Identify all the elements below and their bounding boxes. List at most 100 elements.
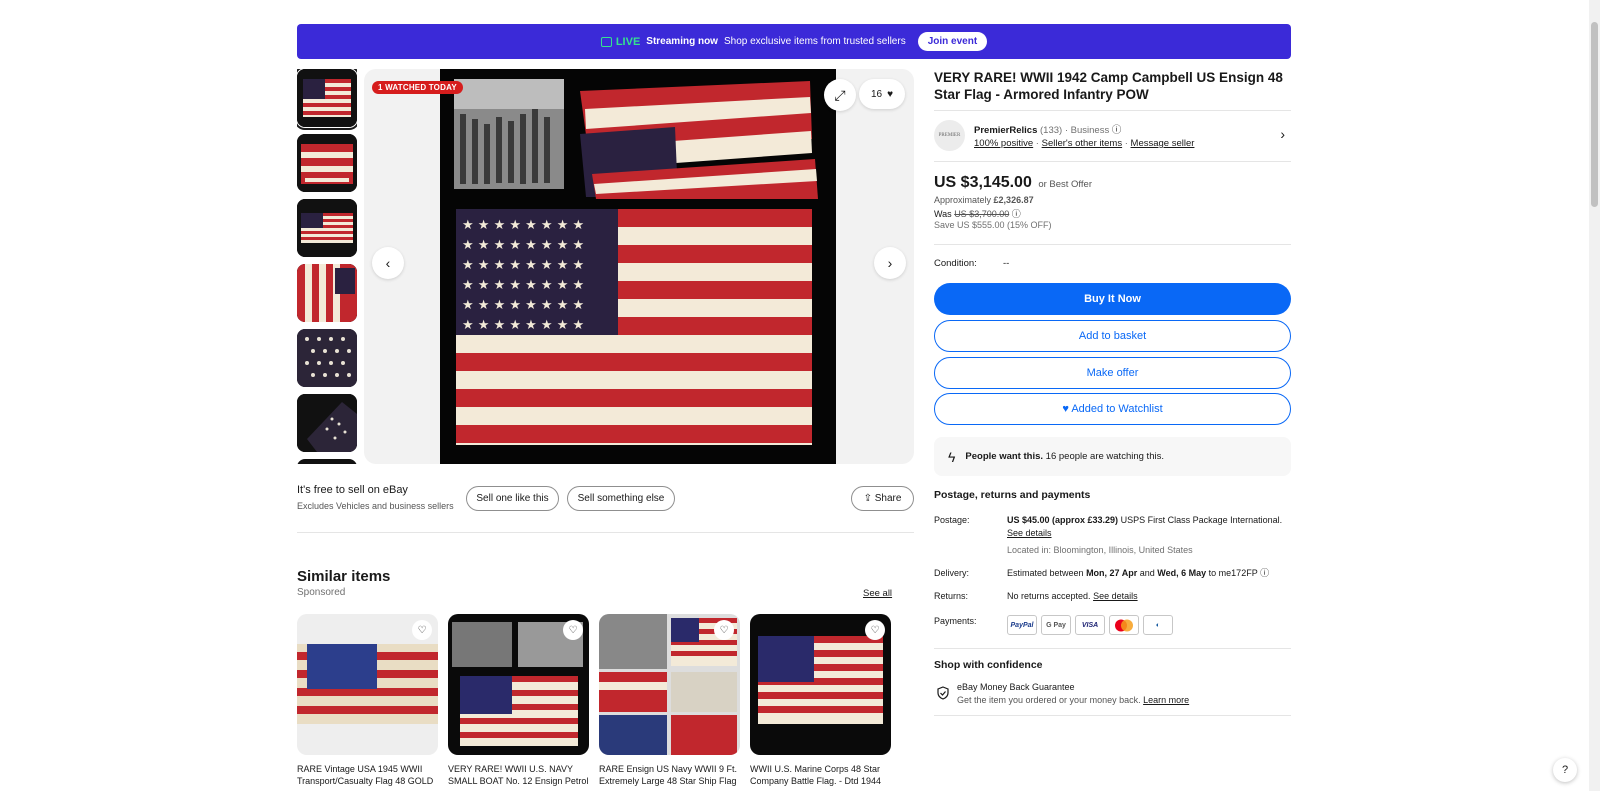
delivery-date-1: Mon, 27 Apr (1086, 568, 1138, 578)
delivery-value: Estimated between Mon, 27 Apr and Wed, 6… (1007, 567, 1287, 580)
item-title: VERY RARE! WWII 1942 Camp Campbell US En… (934, 70, 1283, 102)
buy-it-now-button[interactable]: Buy It Now (934, 283, 1291, 315)
postage-value: US $45.00 (approx £33.29) USPS First Cla… (1007, 514, 1287, 540)
help-button[interactable]: ? (1553, 758, 1577, 782)
similar-item-image: ♡ (750, 614, 891, 755)
similar-item-card[interactable]: ♡ VERY RARE! WWII U.S. NAVY SMALL BOAT N… (448, 614, 589, 787)
flag-thumbnail-image (297, 264, 357, 322)
watch-heart-icon[interactable]: ♡ (865, 620, 885, 640)
mastercard-icon (1109, 615, 1139, 635)
expand-button[interactable]: ⤢ (824, 79, 856, 111)
money-back-title: eBay Money Back Guarantee (957, 682, 1075, 692)
svg-text:★ ★ ★ ★ ★ ★ ★ ★: ★ ★ ★ ★ ★ ★ ★ ★ (462, 238, 584, 253)
was-price: Was US $3,700.00 ⓘ (934, 207, 1021, 220)
add-to-basket-button[interactable]: Add to basket (934, 320, 1291, 352)
people-want-bold: People want this. (965, 451, 1044, 462)
similar-item-card[interactable]: ♡ RARE Ensign US Navy WWII 9 Ft. Extreme… (599, 614, 740, 787)
expand-icon: ⤢ (834, 86, 846, 103)
returns-text: No returns accepted. (1007, 591, 1091, 601)
seller-type: · Business (1064, 125, 1110, 136)
similar-item-title[interactable]: RARE Ensign US Navy WWII 9 Ft. Extremely… (599, 763, 740, 787)
scrollbar-thumb[interactable] (1591, 22, 1598, 207)
seller-feedback-count: (133) (1040, 125, 1063, 136)
flag-thumbnail-image (297, 394, 357, 452)
divider (934, 161, 1291, 162)
chevron-right-icon[interactable]: › (1280, 126, 1285, 142)
prev-image-button[interactable]: ‹ (372, 247, 404, 279)
thumbnail-2[interactable] (297, 134, 357, 192)
info-icon[interactable]: ⓘ (1012, 209, 1021, 219)
svg-text:★ ★ ★ ★ ★ ★ ★ ★: ★ ★ ★ ★ ★ ★ ★ ★ (462, 258, 584, 273)
watch-count-button[interactable]: 16 ♥ (859, 79, 905, 109)
postage-cost: US $45.00 (approx £33.29) (1007, 515, 1119, 525)
live-event-banner[interactable]: LIVE Streaming now Shop exclusive items … (297, 24, 1291, 59)
approx-price: Approximately £2,326.87 (934, 195, 1034, 205)
seller-avatar[interactable]: PREMIER (934, 120, 965, 151)
approx-value: £2,326.87 (993, 195, 1034, 205)
divider (934, 715, 1291, 716)
thumbnail-6[interactable] (297, 394, 357, 452)
similar-item-card[interactable]: ♡ RARE Vintage USA 1945 WWII Transport/C… (297, 614, 438, 787)
info-icon[interactable]: ⓘ (1112, 125, 1122, 136)
similar-item-title[interactable]: WWII U.S. Marine Corps 48 Star Company B… (750, 763, 891, 787)
thumbnail-7[interactable] (297, 459, 357, 464)
divider (934, 244, 1291, 245)
paypal-icon: PayPal (1007, 615, 1037, 635)
thumbnail-4[interactable] (297, 264, 357, 322)
seller-name[interactable]: PremierRelics (974, 125, 1037, 136)
sell-something-else-button[interactable]: Sell something else (567, 486, 675, 511)
similar-item-title[interactable]: VERY RARE! WWII U.S. NAVY SMALL BOAT No.… (448, 763, 589, 787)
people-want-this-box: ϟ People want this. 16 people are watchi… (934, 437, 1291, 476)
diners-club-icon: ◐ (1143, 615, 1173, 635)
next-image-button[interactable]: › (874, 247, 906, 279)
seller-card[interactable]: PREMIER PremierRelics (133) · Business ⓘ… (934, 118, 1291, 154)
watch-heart-icon[interactable]: ♡ (563, 620, 583, 640)
was-label: Was (934, 209, 952, 219)
see-all-link[interactable]: See all (863, 588, 892, 599)
best-offer-label: or Best Offer (1038, 179, 1092, 190)
info-icon[interactable]: ⓘ (1260, 568, 1269, 578)
similar-item-title[interactable]: RARE Vintage USA 1945 WWII Transport/Cas… (297, 763, 438, 787)
positive-feedback-link[interactable]: 100% positive (974, 138, 1033, 149)
scrollbar[interactable] (1589, 0, 1600, 791)
similar-items-list: ♡ RARE Vintage USA 1945 WWII Transport/C… (297, 614, 897, 791)
thumbnail-1[interactable] (297, 69, 357, 130)
located-in: Located in: Bloomington, Illinois, Unite… (1007, 545, 1193, 555)
price: US $3,145.00 or Best Offer (934, 174, 1092, 192)
live-tag: LIVE (600, 36, 640, 48)
heart-icon: ♥ (887, 88, 894, 100)
page: LIVE Streaming now Shop exclusive items … (0, 0, 1600, 791)
watch-heart-icon[interactable]: ♡ (412, 620, 432, 640)
join-event-button[interactable]: Join event (917, 32, 988, 51)
excludes-text: Excludes Vehicles and business sellers (297, 501, 454, 511)
main-image-viewer[interactable]: ★ ★ ★ ★ ★ ★ ★ ★ ★ ★ ★ ★ ★ ★ ★ ★ ★ ★ ★ ★ … (364, 69, 914, 464)
watch-heart-icon[interactable]: ♡ (714, 620, 734, 640)
make-offer-button[interactable]: Make offer (934, 357, 1291, 389)
flag-thumbnail-image (297, 199, 357, 257)
thumbnail-5[interactable] (297, 329, 357, 387)
money-back-text: Get the item you ordered or your money b… (957, 695, 1189, 705)
tv-icon (600, 36, 612, 47)
sell-one-like-this-button[interactable]: Sell one like this (466, 486, 559, 511)
similar-item-card[interactable]: ♡ WWII U.S. Marine Corps 48 Star Company… (750, 614, 891, 787)
added-to-watchlist-button[interactable]: ♥ Added to Watchlist (934, 393, 1291, 425)
share-button[interactable]: ⇪ Share (851, 486, 914, 511)
sponsored-label: Sponsored (297, 587, 346, 598)
sellers-other-items-link[interactable]: Seller's other items (1042, 138, 1122, 149)
similar-item-image: ♡ (448, 614, 589, 755)
message-seller-link[interactable]: Message seller (1131, 138, 1195, 149)
postage-see-details-link[interactable]: See details (1007, 528, 1052, 538)
condition-value: -- (1003, 258, 1010, 269)
price-value: US $3,145.00 (934, 174, 1032, 191)
free-to-sell-text: It's free to sell on eBay (297, 484, 408, 496)
condition-label: Condition: (934, 258, 977, 269)
sell-row: It's free to sell on eBay Excludes Vehic… (297, 482, 914, 514)
learn-more-link[interactable]: Learn more (1143, 695, 1189, 705)
returns-label: Returns: (934, 591, 969, 601)
money-back-desc: Get the item you ordered or your money b… (957, 695, 1141, 705)
returns-see-details-link[interactable]: See details (1093, 591, 1138, 601)
delivery-label: Delivery: (934, 568, 970, 578)
share-label: Share (874, 493, 902, 504)
thumbnail-3[interactable] (297, 199, 357, 257)
approx-label: Approximately (934, 195, 992, 205)
